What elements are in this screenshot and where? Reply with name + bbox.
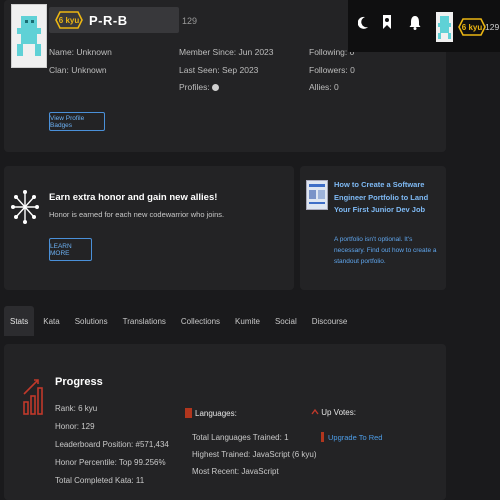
avatar-pixel-icon (438, 16, 451, 39)
top-nav: 6 kyu 129 (348, 0, 500, 52)
username: P-R-B (89, 12, 128, 28)
rank-badge: 6 kyu (55, 11, 83, 29)
upvotes-heading: Up Votes: (311, 408, 356, 417)
languages-list: Total Languages Trained: 1 Highest Train… (192, 429, 317, 480)
nav-rank-badge[interactable]: 6 kyu (458, 18, 486, 36)
sparkle-icon (11, 190, 39, 224)
allies-field[interactable]: Allies: 0 (309, 79, 355, 97)
name-field: Name: Unknown (49, 47, 112, 57)
rank-stat: Rank: 6 kyu (55, 404, 98, 413)
tab-kumite[interactable]: Kumite (229, 306, 266, 336)
profile-info-col-2: Member Since: Jun 2023 Last Seen: Sep 20… (179, 44, 274, 97)
honor-count: 129 (182, 16, 198, 26)
followers-field[interactable]: Followers: 0 (309, 62, 355, 80)
avatar[interactable] (11, 4, 47, 68)
view-profile-badges-button[interactable]: View Profile Badges (49, 112, 105, 131)
honor-promo-subtitle: Honor is earned for each new codewarrior… (49, 210, 225, 219)
leaderboard-stat: Leaderboard Position: #571,434 (55, 440, 169, 449)
profiles-field: Profiles: (179, 79, 274, 97)
progress-list: Rank: 6 kyu Honor: 129 Leaderboard Posit… (55, 400, 169, 490)
blog-thumbnail[interactable] (306, 180, 328, 210)
most-recent-stat: Most Recent: JavaScript (192, 467, 279, 476)
clan-field: Clan: Unknown (49, 64, 107, 75)
tab-discourse[interactable]: Discourse (306, 306, 354, 336)
blog-description: A portfolio isn't optional. It's necessa… (334, 236, 437, 265)
upgrade-to-red-label[interactable]: Upgrade To Red (328, 433, 382, 442)
nav-rank-badge-label: 6 kyu (461, 22, 483, 32)
red-marker (321, 432, 324, 442)
completed-kata-stat: Total Completed Kata: 11 (55, 476, 145, 485)
percentile-stat: Honor Percentile: Top 99.256% (55, 458, 166, 467)
upvotes-title: Up Votes: (321, 408, 356, 417)
stats-card: Progress Rank: 6 kyu Honor: 129 Leaderbo… (4, 344, 446, 500)
last-seen-field: Last Seen: Sep 2023 (179, 64, 259, 75)
tab-kata[interactable]: Kata (37, 306, 65, 336)
portfolio-image-icon (309, 184, 325, 204)
languages-heading: Languages: (185, 408, 237, 418)
tab-translations[interactable]: Translations (117, 306, 172, 336)
honor-promo-card: Earn extra honor and gain new allies! Ho… (4, 166, 294, 290)
moon-icon[interactable] (358, 16, 369, 29)
progress-chart-icon (23, 379, 43, 415)
bookmark-icon[interactable] (382, 14, 392, 30)
upgrade-to-red-link[interactable]: Upgrade To Red (321, 432, 382, 442)
language-color-swatch (185, 408, 192, 418)
honor-stat: Honor: 129 (55, 422, 95, 431)
github-icon[interactable] (211, 84, 219, 91)
profile-tabs: Stats Kata Solutions Translations Collec… (4, 306, 353, 336)
languages-title: Languages: (195, 408, 237, 418)
name-tag: 6 kyu P-R-B (49, 7, 179, 33)
caret-up-icon (311, 408, 319, 415)
honor-promo-title: Earn extra honor and gain new allies! (49, 192, 218, 203)
learn-more-button[interactable]: LEARN MORE (49, 238, 92, 261)
rank-badge-label: 6 kyu (58, 15, 80, 25)
tab-stats[interactable]: Stats (4, 306, 35, 336)
blog-card: How to Create a Software Engineer Portfo… (300, 166, 446, 290)
tab-solutions[interactable]: Solutions (69, 306, 114, 336)
bell-icon[interactable] (409, 15, 421, 30)
blog-title-link[interactable]: How to Create a Software Engineer Portfo… (334, 179, 440, 217)
profile-info-col-1: Name: Unknown Clan: Unknown (49, 44, 112, 79)
member-since-field: Member Since: Jun 2023 (179, 47, 274, 57)
total-languages-stat: Total Languages Trained: 1 (192, 433, 289, 442)
progress-title: Progress (55, 376, 103, 388)
avatar-pixel-icon (17, 16, 41, 56)
tab-collections[interactable]: Collections (175, 306, 226, 336)
nav-avatar[interactable] (436, 12, 453, 42)
nav-honor-count: 129 (485, 22, 500, 32)
tab-social[interactable]: Social (269, 306, 303, 336)
highest-trained-stat: Highest Trained: JavaScript (6 kyu) (192, 450, 317, 459)
